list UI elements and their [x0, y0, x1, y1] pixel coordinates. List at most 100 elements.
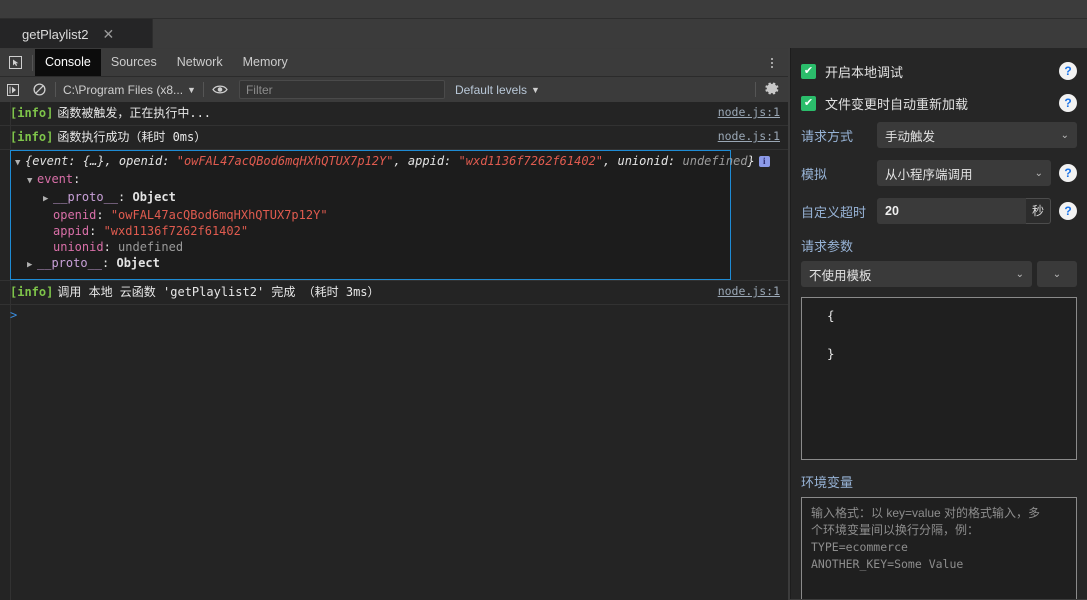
object-separator: : [73, 172, 81, 186]
object-tree-node[interactable]: unionid: undefined [11, 239, 730, 255]
env-vars-label: 环境变量 [801, 475, 854, 490]
preview-mid-2: , appid: [393, 154, 459, 168]
env-placeholder-line-4: ANOTHER_KEY=Some Value [811, 557, 964, 571]
object-key: openid [53, 208, 97, 222]
timeout-unit: 秒 [1025, 198, 1051, 224]
preview-event-value: {…} [82, 154, 105, 168]
chevron-right-icon[interactable]: ▶ [43, 191, 53, 207]
object-tree-node[interactable]: appid: "wxd1136f7262f61402" [11, 223, 730, 239]
object-key: __proto__ [37, 256, 103, 270]
request-params-editor[interactable]: { } [801, 297, 1077, 460]
log-source-link[interactable]: node.js:1 [718, 284, 780, 298]
log-source-link[interactable]: node.js:1 [718, 105, 780, 119]
console-log-row[interactable]: [info] 调用 本地 云函数 'getPlaylist2' 完成 （耗时 3m… [0, 281, 788, 305]
log-level-tag: [info] [10, 106, 54, 120]
request-method-value: 手动触发 [885, 129, 936, 144]
log-levels-selector[interactable]: Default levels ▼ [455, 83, 540, 97]
log-levels-label: Default levels [454, 82, 527, 97]
live-expression-icon[interactable] [207, 77, 233, 102]
timeout-row: 自定义超时 20 秒 ? [801, 198, 1077, 224]
chevron-down-icon[interactable]: ▼ [27, 173, 37, 189]
chevron-down-icon[interactable]: ▼ [15, 155, 25, 171]
chevron-down-icon: ⌄ [1052, 268, 1062, 280]
preview-suffix: } [747, 154, 755, 168]
simulate-value: 从小程序端调用 [885, 167, 973, 182]
log-message: 函数执行成功（耗时 0ms） [57, 130, 207, 144]
console-log-row[interactable]: [info] 函数执行成功（耗时 0ms） node.js:1 [0, 126, 788, 150]
inspect-element-icon[interactable] [0, 49, 30, 76]
simulate-row: 模拟 从小程序端调用 ⌄ ? [801, 160, 1077, 186]
preview-mid-1: , openid: [104, 154, 177, 168]
env-vars-textarea[interactable]: 输入格式：以 key=value 对的格式输入，多 个环境变量间以换行分隔，例：… [801, 497, 1077, 599]
chevron-down-icon: ▼ [531, 84, 540, 95]
filter-placeholder: Filter [245, 82, 273, 97]
tab-getplaylist2[interactable]: getPlaylist2 ✕ [0, 19, 153, 49]
console-object-row[interactable]: ▼ {event: {…}, openid: "owFAL47acQBod6mqH… [0, 150, 788, 281]
object-tree-node[interactable]: openid: "owFAL47acQBod6mqHXhQTUX7p12Y" [11, 207, 730, 223]
preview-appid-value: "wxd1136f7262f61402" [458, 154, 604, 168]
template-select[interactable]: 不使用模板 ⌄ [801, 261, 1032, 287]
request-method-select[interactable]: 手动触发 ⌄ [877, 122, 1077, 148]
object-key: __proto__ [53, 190, 119, 204]
tab-sources[interactable]: Sources [101, 49, 167, 76]
object-preview-box[interactable]: ▼ {event: {…}, openid: "owFAL47acQBod6mqH… [10, 150, 770, 280]
auto-reload-checkbox[interactable]: ✔ [801, 95, 816, 111]
console-settings-icon[interactable] [765, 81, 780, 99]
help-icon[interactable]: ? [1059, 94, 1077, 112]
timeout-input[interactable]: 20 [877, 198, 1026, 224]
object-key: event [37, 172, 74, 186]
env-placeholder-line-2: 个环境变量间以换行分隔，例： [811, 523, 980, 537]
log-level-tag: [info] [10, 285, 54, 299]
request-method-row: 请求方式 手动触发 ⌄ [801, 122, 1077, 148]
object-separator: : [103, 240, 119, 254]
object-tree-node[interactable]: ▼ event: [11, 171, 730, 189]
object-separator: : [89, 224, 104, 238]
info-badge-icon[interactable]: i [758, 156, 770, 167]
console-toolbar: C:\Program Files (x8... ▼ Filter Default… [0, 77, 788, 103]
filter-input[interactable]: Filter [238, 80, 445, 99]
preview-prefix: {event: [25, 154, 83, 168]
object-key: unionid [53, 240, 104, 254]
auto-reload-label: 文件变更时自动重新加载 [825, 96, 969, 112]
toolbar-divider-3 [755, 82, 756, 97]
execute-icon[interactable] [0, 77, 26, 102]
object-value: Object [116, 256, 160, 270]
object-value: Object [132, 190, 176, 204]
simulate-select[interactable]: 从小程序端调用 ⌄ [877, 160, 1051, 186]
execution-context-label: C:\Program Files (x8... [63, 82, 184, 97]
tab-network[interactable]: Network [167, 49, 233, 76]
chevron-down-icon: ▼ [187, 84, 196, 95]
object-preview-header[interactable]: ▼ {event: {…}, openid: "owFAL47acQBod6mqH… [11, 153, 770, 171]
preview-unionid-value: undefined [682, 154, 748, 168]
close-icon[interactable]: ✕ [102, 27, 114, 41]
local-debug-checkbox[interactable]: ✔ [801, 63, 816, 79]
console-log-row[interactable]: [info] 函数被触发，正在执行中... node.js:1 [0, 102, 788, 126]
timeout-label: 自定义超时 [801, 204, 867, 220]
object-key: appid [53, 224, 90, 238]
request-method-label: 请求方式 [801, 128, 854, 144]
preview-openid-value: "owFAL47acQBod6mqHXhQTUX7p12Y" [176, 154, 394, 168]
more-options-icon[interactable] [762, 49, 782, 76]
execution-context-selector[interactable]: C:\Program Files (x8... ▼ [59, 83, 200, 97]
console-output[interactable]: [info] 函数被触发，正在执行中... node.js:1 [info] 函数执… [0, 102, 788, 600]
object-tree-node[interactable]: ▶ __proto__: Object [11, 255, 730, 273]
devtools-tabbar: Console Sources Network Memory [0, 49, 788, 77]
object-value: "owFAL47acQBod6mqHXhQTUX7p12Y" [110, 208, 328, 222]
local-debug-label: 开启本地调试 [825, 64, 904, 80]
template-menu-button[interactable]: ⌄ [1037, 261, 1077, 287]
object-value: undefined [118, 240, 184, 254]
log-source-link[interactable]: node.js:1 [718, 129, 780, 143]
tabstrip-empty-area [153, 19, 1087, 49]
tab-memory[interactable]: Memory [233, 49, 298, 76]
object-tree-node[interactable]: ▶ __proto__: Object [11, 189, 730, 207]
help-icon[interactable]: ? [1059, 164, 1077, 182]
help-icon[interactable]: ? [1059, 62, 1077, 80]
env-placeholder-line-3: TYPE=ecommerce [811, 540, 908, 554]
console-prompt[interactable]: > [0, 305, 788, 325]
window-titlebar [0, 0, 1087, 19]
tab-console[interactable]: Console [35, 49, 101, 76]
chevron-right-icon[interactable]: ▶ [27, 257, 37, 273]
object-separator: : [96, 208, 111, 222]
clear-console-icon[interactable] [26, 77, 52, 102]
help-icon[interactable]: ? [1059, 202, 1077, 220]
